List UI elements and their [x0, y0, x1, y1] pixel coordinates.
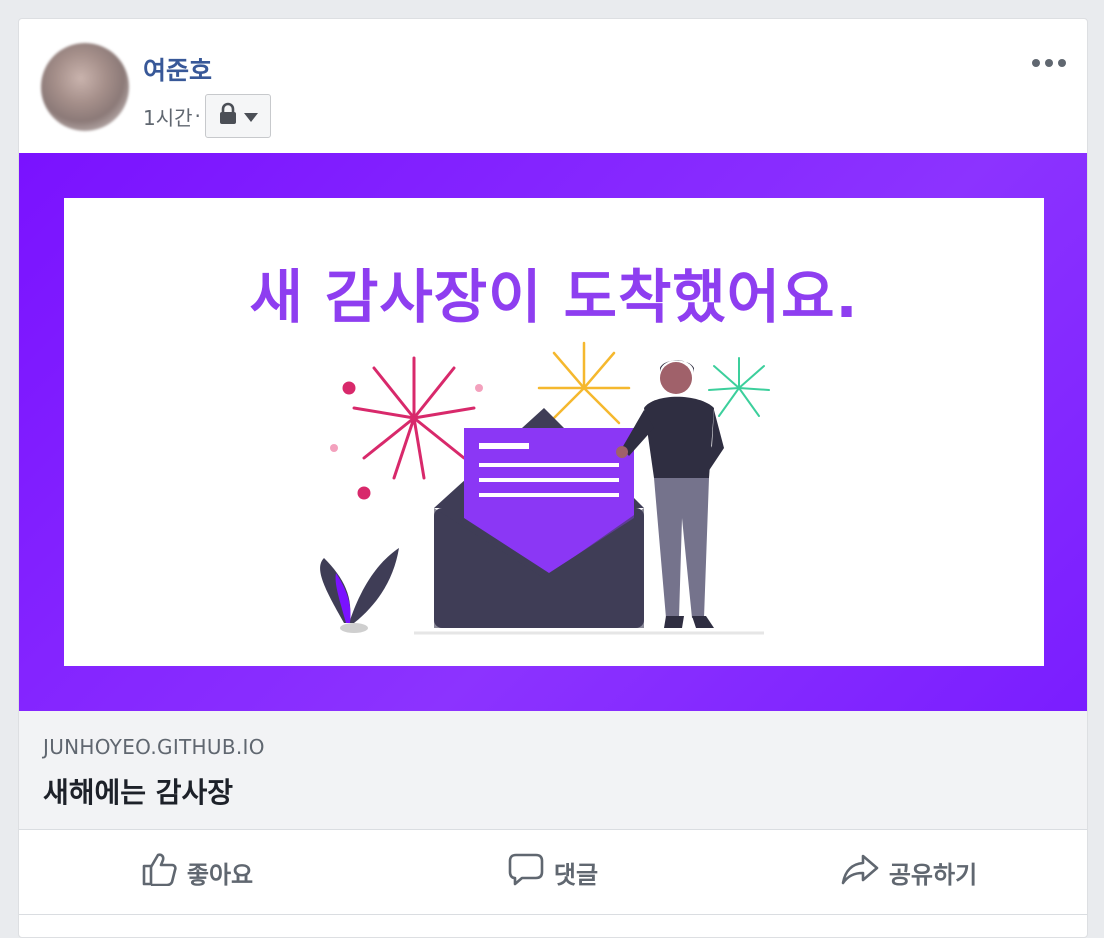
- link-domain: JUNHOYEO.GITHUB.IO: [43, 735, 265, 759]
- like-button[interactable]: 좋아요: [19, 830, 375, 914]
- post-card: 여준호 1시간 · 새 감사장이 도착했어요. JUNHOYEO.GITHUB.…: [18, 18, 1088, 938]
- firework-green: [708, 357, 770, 417]
- envelope: [434, 408, 644, 628]
- avatar[interactable]: [41, 43, 129, 131]
- more-dot: [1032, 59, 1040, 67]
- author-name[interactable]: 여준호: [143, 51, 212, 87]
- comment-label: 댓글: [553, 860, 599, 889]
- action-bar: 좋아요 댓글 공유하기: [19, 830, 1087, 915]
- banner-text: 새 감사장이 도착했어요.: [249, 263, 859, 331]
- post-time[interactable]: 1시간: [143, 102, 193, 131]
- link-title[interactable]: 새해에는 감사장: [43, 771, 233, 811]
- lock-icon: [218, 102, 238, 131]
- meta-separator: ·: [194, 104, 201, 128]
- post-meta: 1시간 ·: [143, 94, 271, 138]
- plant: [320, 548, 399, 633]
- link-preview-image[interactable]: 새 감사장이 도착했어요.: [19, 153, 1087, 711]
- speech-bubble-icon: [508, 852, 544, 892]
- chevron-down-icon: [243, 104, 258, 128]
- firework-yellow: [537, 341, 631, 425]
- like-label: 좋아요: [186, 860, 254, 889]
- firework-pink: [330, 356, 483, 500]
- share-arrow-icon: [841, 853, 879, 891]
- banner-inner: 새 감사장이 도착했어요.: [64, 198, 1044, 666]
- link-info[interactable]: JUNHOYEO.GITHUB.IO 새해에는 감사장: [19, 711, 1087, 830]
- more-dot: [1045, 59, 1053, 67]
- privacy-selector[interactable]: [204, 94, 271, 138]
- comment-button[interactable]: 댓글: [375, 830, 731, 914]
- more-options-button[interactable]: [1029, 53, 1069, 73]
- post-header: 여준호 1시간 ·: [19, 19, 1087, 153]
- share-button[interactable]: 공유하기: [731, 830, 1087, 914]
- share-label: 공유하기: [888, 860, 978, 889]
- thumbs-up-icon: [141, 852, 177, 892]
- illustration: [320, 341, 770, 635]
- more-dot: [1058, 59, 1066, 67]
